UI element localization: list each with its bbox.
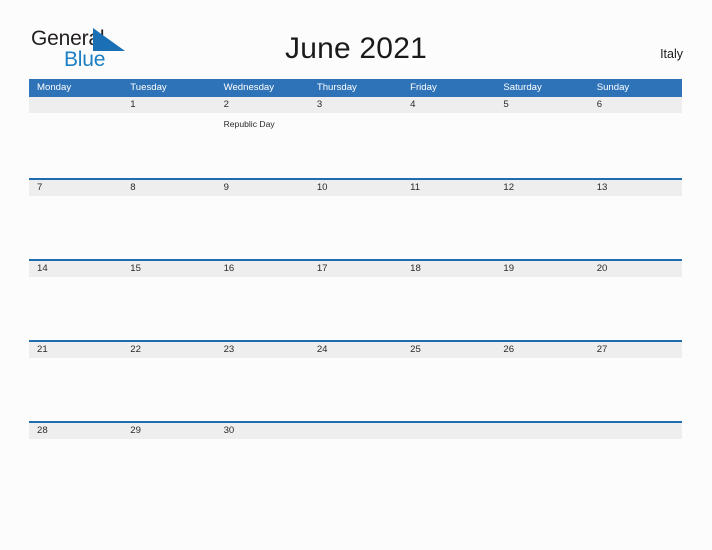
day-cell[interactable]: 3 bbox=[309, 97, 402, 176]
day-cell[interactable] bbox=[29, 97, 122, 176]
day-number: 14 bbox=[37, 263, 48, 274]
week-days: 28 29 30 bbox=[29, 423, 682, 502]
week-row: 28 29 30 bbox=[29, 421, 682, 502]
day-number: 7 bbox=[37, 182, 43, 193]
day-number: 3 bbox=[316, 99, 323, 110]
day-number bbox=[410, 423, 495, 439]
page-header: General Blue June 2021 Italy bbox=[0, 0, 712, 78]
day-number: 11 bbox=[410, 182, 421, 193]
day-number: 12 bbox=[503, 182, 515, 193]
day-number: 24 bbox=[316, 344, 328, 355]
day-cell[interactable]: 10 bbox=[309, 180, 402, 259]
day-cell[interactable]: 23 bbox=[216, 342, 309, 421]
day-cell[interactable]: 27 bbox=[589, 342, 682, 421]
day-number: 1 bbox=[130, 99, 136, 110]
weekday-tuesday: Tuesday bbox=[130, 82, 167, 93]
country-label: Italy bbox=[660, 47, 683, 61]
day-cell[interactable]: 1 bbox=[122, 97, 215, 176]
weekday-wednesday: Wednesday bbox=[223, 82, 275, 93]
week-days: 1 2 Republic Day 3 4 5 6 bbox=[29, 97, 682, 176]
day-number: 8 bbox=[130, 182, 136, 193]
day-number: 28 bbox=[37, 425, 48, 436]
weekday-saturday: Saturday bbox=[503, 82, 542, 93]
day-cell[interactable]: 20 bbox=[589, 261, 682, 340]
day-cell[interactable]: 2 Republic Day bbox=[216, 97, 309, 176]
day-number: 13 bbox=[596, 182, 608, 193]
day-number bbox=[503, 423, 588, 439]
day-cell[interactable]: 19 bbox=[495, 261, 588, 340]
week-row: 14 15 16 17 18 19 20 bbox=[29, 259, 682, 340]
day-cell[interactable]: 9 bbox=[216, 180, 309, 259]
day-cell[interactable] bbox=[309, 423, 402, 502]
day-number bbox=[37, 97, 122, 113]
day-cell[interactable]: 16 bbox=[216, 261, 309, 340]
day-cell[interactable]: 13 bbox=[589, 180, 682, 259]
weekday-thursday: Thursday bbox=[316, 82, 357, 93]
day-cell[interactable]: 14 bbox=[29, 261, 122, 340]
day-cell[interactable]: 18 bbox=[402, 261, 495, 340]
week-days: 21 22 23 24 25 26 27 bbox=[29, 342, 682, 421]
day-cell[interactable]: 21 bbox=[29, 342, 122, 421]
day-number: 25 bbox=[410, 344, 421, 355]
day-cell[interactable]: 25 bbox=[402, 342, 495, 421]
day-cell[interactable]: 8 bbox=[122, 180, 215, 259]
weekday-header-row: Monday Tuesday Wednesday Thursday Friday… bbox=[29, 79, 682, 97]
weekday-sunday: Sunday bbox=[596, 82, 630, 93]
day-cell[interactable]: 24 bbox=[309, 342, 402, 421]
day-number: 19 bbox=[503, 263, 515, 274]
day-event: Republic Day bbox=[223, 119, 275, 129]
day-cell[interactable]: 7 bbox=[29, 180, 122, 259]
day-number: 9 bbox=[223, 182, 229, 193]
week-days: 14 15 16 17 18 19 20 bbox=[29, 261, 682, 340]
day-cell[interactable]: 5 bbox=[495, 97, 588, 176]
day-number: 27 bbox=[596, 344, 608, 355]
day-cell[interactable]: 15 bbox=[122, 261, 215, 340]
day-cell[interactable]: 6 bbox=[589, 97, 682, 176]
week-row: 21 22 23 24 25 26 27 bbox=[29, 340, 682, 421]
day-number: 16 bbox=[223, 263, 235, 274]
day-number: 10 bbox=[316, 182, 328, 193]
page-title: June 2021 bbox=[285, 32, 427, 65]
day-number: 26 bbox=[503, 344, 515, 355]
day-cell[interactable]: 26 bbox=[495, 342, 588, 421]
week-row: 1 2 Republic Day 3 4 5 6 bbox=[29, 97, 682, 178]
day-cell[interactable]: 28 bbox=[29, 423, 122, 502]
day-number: 22 bbox=[130, 344, 141, 355]
day-number: 17 bbox=[316, 263, 328, 274]
day-number: 6 bbox=[596, 99, 603, 110]
day-cell[interactable] bbox=[495, 423, 588, 502]
day-cell[interactable] bbox=[589, 423, 682, 502]
day-number: 23 bbox=[223, 344, 235, 355]
weekday-friday: Friday bbox=[410, 82, 437, 93]
day-cell[interactable]: 22 bbox=[122, 342, 215, 421]
day-cell[interactable]: 12 bbox=[495, 180, 588, 259]
day-number: 5 bbox=[503, 99, 509, 110]
day-number: 20 bbox=[596, 263, 608, 274]
calendar-grid: Monday Tuesday Wednesday Thursday Friday… bbox=[29, 79, 682, 502]
weekday-monday: Monday bbox=[37, 82, 72, 93]
day-number: 2 bbox=[223, 99, 229, 110]
week-row: 7 8 9 10 11 12 13 bbox=[29, 178, 682, 259]
day-cell[interactable]: 17 bbox=[309, 261, 402, 340]
day-cell[interactable]: 30 bbox=[216, 423, 309, 502]
day-number: 4 bbox=[410, 99, 416, 110]
calendar-page: General Blue June 2021 Italy Monday Tues… bbox=[0, 0, 712, 550]
day-cell[interactable]: 4 bbox=[402, 97, 495, 176]
day-number: 30 bbox=[223, 425, 235, 436]
day-cell[interactable] bbox=[402, 423, 495, 502]
week-days: 7 8 9 10 11 12 13 bbox=[29, 180, 682, 259]
day-number: 18 bbox=[410, 263, 421, 274]
day-number: 15 bbox=[130, 263, 141, 274]
day-cell[interactable]: 11 bbox=[402, 180, 495, 259]
day-number bbox=[317, 423, 402, 439]
day-cell[interactable]: 29 bbox=[122, 423, 215, 502]
day-number: 21 bbox=[37, 344, 48, 355]
day-number: 29 bbox=[130, 425, 141, 436]
day-number bbox=[597, 423, 682, 439]
